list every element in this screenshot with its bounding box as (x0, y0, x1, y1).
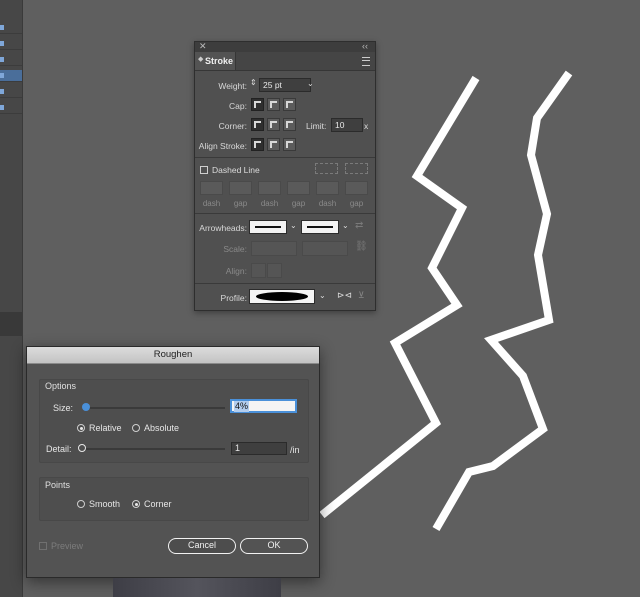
points-group (39, 477, 309, 521)
panel-menu-icon[interactable] (362, 57, 370, 66)
start-arrowhead-select[interactable] (249, 220, 287, 234)
arrowheads-label: Arrowheads: (199, 223, 247, 233)
flip-along-icon[interactable]: ⊳⊲ (337, 290, 352, 301)
round-cap-button[interactable] (267, 98, 280, 111)
detail-unit: /in (290, 445, 300, 455)
end-scale-field[interactable] (302, 241, 348, 256)
panel-titlebar[interactable]: ✕ ‹‹ (195, 41, 375, 52)
start-scale-field[interactable] (251, 241, 297, 256)
dash-field-1[interactable] (200, 181, 223, 195)
preserve-dash-button[interactable] (315, 163, 338, 174)
start-arrowhead-chevron-icon[interactable]: ⌄ (290, 221, 297, 230)
cap-label: Cap: (229, 101, 247, 111)
weight-field[interactable]: 25 pt (259, 78, 311, 92)
limit-label: Limit: (306, 121, 327, 131)
swap-arrowheads-icon[interactable]: ⇄ (355, 220, 363, 231)
detail-slider-track[interactable] (83, 448, 225, 450)
miter-join-button[interactable] (251, 118, 264, 131)
detail-slider-knob[interactable] (78, 444, 86, 452)
dash-label: dash (318, 199, 337, 208)
absolute-radio[interactable] (132, 424, 140, 432)
divider (195, 283, 375, 284)
close-icon[interactable]: ✕ (199, 41, 207, 52)
preview-checkbox[interactable] (39, 542, 47, 550)
arrow-align-label: Align: (225, 266, 247, 276)
arrow-extend-button[interactable] (251, 263, 266, 278)
dashed-line-checkbox[interactable] (200, 166, 208, 174)
butt-cap-button[interactable] (251, 98, 264, 111)
scale-label: Scale: (223, 244, 247, 254)
tab-label: Stroke (205, 56, 234, 66)
stroke-panel: ✕ ‹‹ ◆ Stroke Weight: ⇕ 25 pt ⌄ Cap: Cor… (194, 41, 376, 311)
round-join-button[interactable] (267, 118, 280, 131)
gap-field-2[interactable] (287, 181, 310, 195)
roughen-dialog: Roughen Options Size: 4% Relative Absolu… (26, 346, 320, 578)
gap-label: gap (291, 199, 306, 208)
size-input-value: 4% (234, 401, 250, 412)
relative-label: Relative (89, 423, 122, 433)
background-shape (113, 578, 281, 597)
gap-label: gap (349, 199, 364, 208)
size-slider-track[interactable] (83, 407, 225, 409)
end-arrowhead-select[interactable] (301, 220, 339, 234)
corner-label: Corner: (218, 121, 247, 131)
projecting-cap-button[interactable] (283, 98, 296, 111)
smooth-label: Smooth (89, 499, 121, 509)
absolute-label: Absolute (144, 423, 180, 433)
flip-across-icon[interactable]: ⊻ (358, 290, 365, 301)
align-outside-button[interactable] (283, 138, 296, 151)
points-group-title: Points (45, 480, 71, 490)
panel-tabbar: ◆ Stroke (195, 52, 375, 71)
weight-stepper-icon[interactable]: ⇕ (250, 78, 257, 87)
gap-field-3[interactable] (345, 181, 368, 195)
ok-button[interactable]: OK (240, 538, 308, 554)
weight-label: Weight: (218, 81, 247, 91)
tab-stroke[interactable]: ◆ Stroke (195, 52, 236, 70)
detail-label: Detail: (46, 444, 72, 454)
limit-field[interactable]: 10 (331, 118, 363, 132)
corner-point-label: Corner (144, 499, 172, 509)
corner-radio[interactable] (132, 500, 140, 508)
smooth-radio[interactable] (77, 500, 85, 508)
gap-field-1[interactable] (229, 181, 252, 195)
link-scale-icon[interactable]: ⛓ (355, 241, 368, 252)
align-dash-corners-button[interactable] (345, 163, 368, 174)
tab-expand-icon: ◆ (198, 56, 204, 63)
dash-field-3[interactable] (316, 181, 339, 195)
profile-label: Profile: (220, 293, 247, 303)
collapse-icon[interactable]: ‹‹ (362, 41, 368, 51)
relative-radio[interactable] (77, 424, 85, 432)
align-inside-button[interactable] (267, 138, 280, 151)
size-slider-knob[interactable] (82, 403, 90, 411)
weight-dropdown-chevron-icon[interactable]: ⌄ (307, 79, 314, 88)
end-arrowhead-chevron-icon[interactable]: ⌄ (342, 221, 349, 230)
divider (195, 157, 375, 158)
divider (195, 213, 375, 214)
cancel-button[interactable]: Cancel (168, 538, 236, 554)
dialog-title: Roughen (27, 347, 319, 364)
profile-chevron-icon[interactable]: ⌄ (319, 291, 326, 300)
options-group-title: Options (45, 381, 77, 391)
profile-select[interactable] (249, 289, 315, 304)
dash-field-2[interactable] (258, 181, 281, 195)
arrow-place-button[interactable] (267, 263, 282, 278)
align-stroke-label: Align Stroke: (198, 141, 247, 151)
gap-label: gap (233, 199, 248, 208)
detail-input[interactable]: 1 (231, 442, 287, 455)
dash-label: dash (202, 199, 221, 208)
limit-unit: x (364, 121, 369, 131)
size-label: Size: (53, 403, 74, 413)
dashed-line-label: Dashed Line (212, 165, 260, 175)
bevel-join-button[interactable] (283, 118, 296, 131)
align-center-button[interactable] (251, 138, 264, 151)
size-input[interactable]: 4% (230, 399, 297, 413)
dash-label: dash (260, 199, 279, 208)
preview-label: Preview (51, 541, 84, 551)
